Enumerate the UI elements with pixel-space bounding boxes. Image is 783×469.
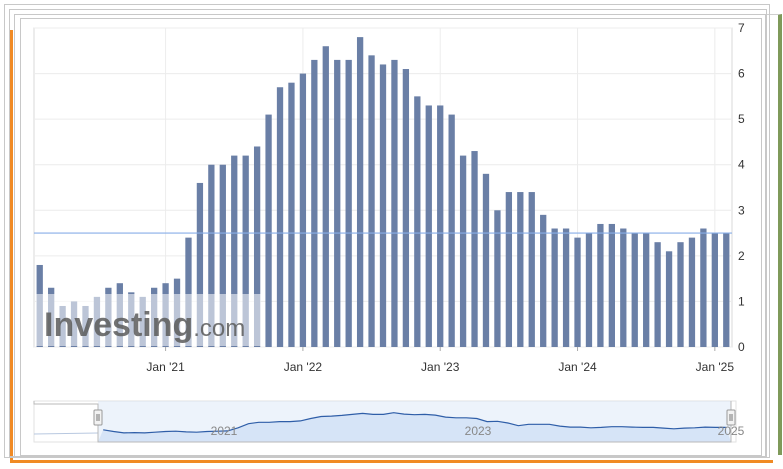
bar[interactable] <box>688 237 696 347</box>
bar[interactable] <box>528 192 535 347</box>
bar[interactable] <box>608 223 615 347</box>
y-tick-label: 1 <box>738 294 745 308</box>
bar[interactable] <box>700 228 707 347</box>
bar[interactable] <box>574 237 581 347</box>
y-tick-label: 4 <box>738 158 745 172</box>
bar[interactable] <box>391 59 398 348</box>
bar[interactable] <box>368 55 375 347</box>
chart-canvas: Investing.com 01234567 Jan '21 Jan '22 Jan… <box>33 21 745 443</box>
bar[interactable] <box>276 87 284 347</box>
watermark-suffix: .com <box>193 315 245 342</box>
y-tick-label: 7 <box>738 21 745 35</box>
bar[interactable] <box>494 210 501 347</box>
navigator-year-label: 2021 <box>211 424 238 438</box>
bar[interactable] <box>379 64 387 347</box>
y-axis: 0 1 2 3 4 5 6 7 <box>738 21 745 354</box>
bar[interactable] <box>288 82 295 347</box>
y-tick-label: 3 <box>738 203 745 217</box>
navigator-handle[interactable] <box>726 409 736 426</box>
navigator-year-label: 2025 <box>718 424 745 438</box>
x-tick-label: Jan '22 <box>284 360 323 374</box>
bar[interactable] <box>322 46 329 347</box>
bar[interactable] <box>517 192 524 347</box>
navigator-handle[interactable] <box>93 409 103 426</box>
bar[interactable] <box>620 228 627 347</box>
y-tick-label: 5 <box>738 112 745 126</box>
bar[interactable] <box>448 114 455 347</box>
bar[interactable] <box>631 233 638 347</box>
bar[interactable] <box>437 105 444 347</box>
bar[interactable] <box>471 151 478 347</box>
bar[interactable] <box>356 37 364 347</box>
bar[interactable] <box>643 233 650 347</box>
bar[interactable] <box>551 228 558 347</box>
range-navigator[interactable]: 2021 2023 2025 <box>33 400 745 443</box>
bar[interactable] <box>654 242 661 347</box>
x-tick-label: Jan '23 <box>421 360 460 374</box>
bar[interactable] <box>425 105 432 347</box>
bar[interactable] <box>585 233 593 347</box>
navigator-year-label: 2023 <box>465 424 492 438</box>
bar[interactable] <box>311 59 318 348</box>
x-axis: Jan '21 Jan '22 Jan '23 Jan '24 Jan '25 <box>146 347 734 374</box>
y-tick-label: 0 <box>738 340 745 354</box>
bar[interactable] <box>334 59 341 348</box>
bar[interactable] <box>345 59 352 348</box>
handle-grip[interactable] <box>93 409 103 426</box>
watermark-logo: Investing.com <box>36 294 261 346</box>
handle-grip[interactable] <box>726 409 736 426</box>
bar[interactable] <box>482 173 490 347</box>
bar[interactable] <box>459 155 467 347</box>
x-tick-label: Jan '24 <box>558 360 597 374</box>
bar[interactable] <box>723 233 730 347</box>
bar[interactable] <box>665 251 673 347</box>
bar[interactable] <box>597 223 604 347</box>
y-tick-label: 2 <box>738 249 745 263</box>
bar[interactable] <box>505 192 513 347</box>
bar[interactable] <box>677 242 684 347</box>
x-tick-label: Jan '25 <box>696 360 735 374</box>
bar[interactable] <box>265 114 272 347</box>
bar[interactable] <box>711 233 718 347</box>
bar[interactable] <box>562 228 570 347</box>
bar[interactable] <box>299 73 307 348</box>
y-tick-label: 6 <box>738 67 745 81</box>
watermark-brand: Investing <box>44 306 193 344</box>
bar[interactable] <box>402 69 410 347</box>
bar[interactable] <box>540 214 547 347</box>
x-tick-label: Jan '21 <box>146 360 185 374</box>
bar[interactable] <box>414 96 421 347</box>
